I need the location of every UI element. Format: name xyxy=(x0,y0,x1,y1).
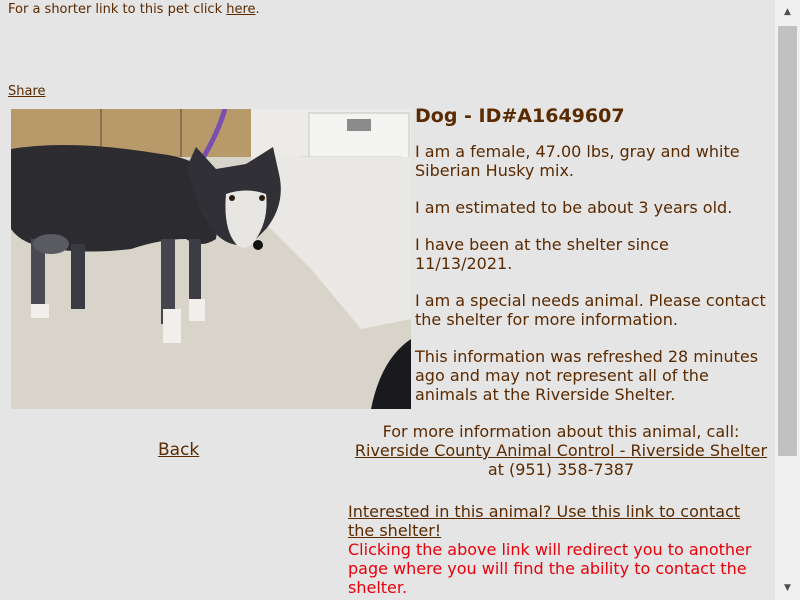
pet-age: I am estimated to be about 3 years old. xyxy=(415,198,733,217)
interest-section: Interested in this animal? Use this link… xyxy=(348,502,768,597)
short-link-suffix: . xyxy=(255,2,260,17)
contact-intro: For more information about this animal, … xyxy=(382,422,740,441)
shelter-phone: at (951) 358-7387 xyxy=(487,460,635,479)
contact-info: For more information about this animal, … xyxy=(348,422,774,479)
pet-special-needs: I am a special needs animal. Please cont… xyxy=(415,291,766,329)
pet-photo xyxy=(11,109,411,409)
short-link-here[interactable]: here xyxy=(226,2,255,17)
redirect-note: Clicking the above link will redirect yo… xyxy=(348,540,752,597)
back-link[interactable]: Back xyxy=(158,440,199,460)
contact-shelter-link[interactable]: Interested in this animal? Use this link… xyxy=(348,502,740,540)
pet-shelter-date: I have been at the shelter since 11/13/2… xyxy=(415,235,669,273)
pet-refresh-note: This information was refreshed 28 minute… xyxy=(415,347,759,404)
scroll-up-arrow-icon[interactable]: ▲ xyxy=(775,0,800,24)
pet-title: Dog - ID#A1649607 xyxy=(415,105,625,127)
short-link-prefix: For a shorter link to this pet click xyxy=(8,2,227,17)
contact-line: Riverside County Animal Control - Rivers… xyxy=(348,441,774,479)
pet-description: I am a female, 47.00 lbs, gray and white… xyxy=(415,142,740,180)
scroll-down-arrow-icon[interactable]: ▼ xyxy=(775,576,800,600)
shelter-link[interactable]: Riverside County Animal Control - Rivers… xyxy=(355,441,767,460)
vertical-scrollbar[interactable]: ▲ ▼ xyxy=(775,0,800,600)
short-link-line: For a shorter link to this pet click her… xyxy=(8,2,260,17)
share-link[interactable]: Share xyxy=(8,84,46,99)
pet-info: Dog - ID#A1649607 I am a female, 47.00 l… xyxy=(415,104,770,422)
scroll-thumb[interactable] xyxy=(778,26,797,456)
